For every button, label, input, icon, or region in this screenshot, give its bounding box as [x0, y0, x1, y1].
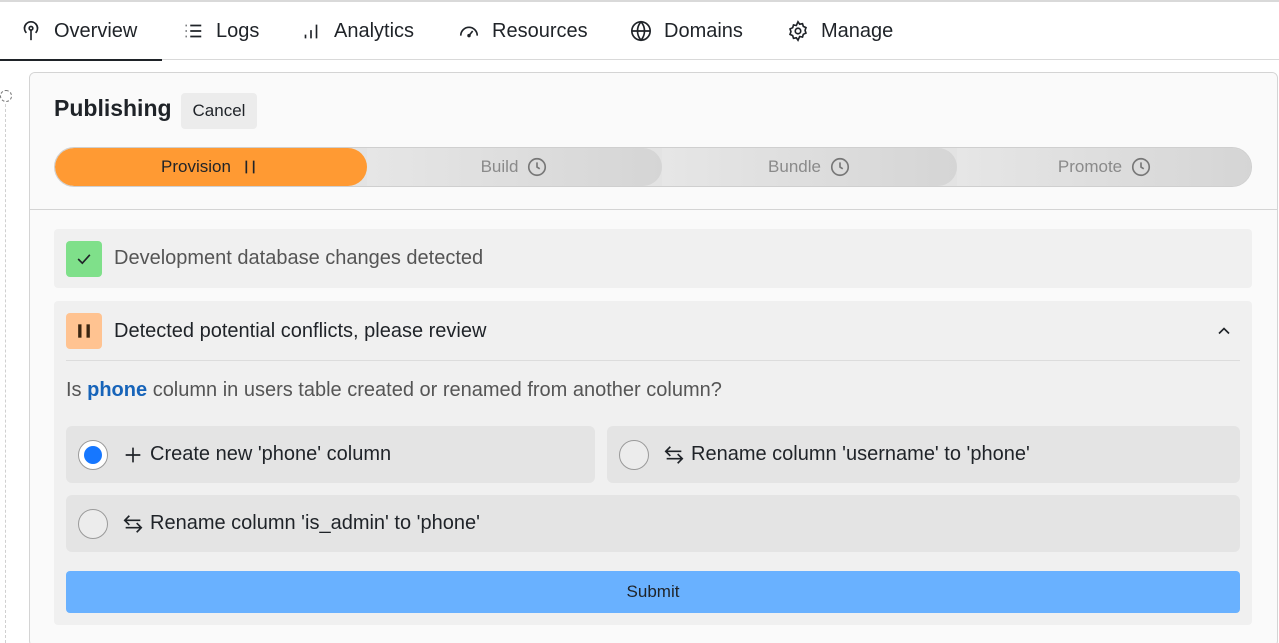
card-title: Publishing — [54, 95, 172, 121]
antenna-icon — [23, 21, 39, 41]
warning-badge — [66, 313, 102, 349]
clock-icon — [528, 157, 547, 177]
swap-icon — [664, 445, 684, 464]
divider — [66, 360, 1240, 361]
tab-manage-label: Manage — [821, 19, 894, 42]
conflict-panel: Detected potential conflicts, please rev… — [54, 301, 1252, 625]
tab-domains[interactable]: Domains — [630, 2, 743, 60]
clock-icon — [1132, 157, 1151, 177]
column-name-highlight: phone — [87, 379, 148, 401]
radio-button-selected[interactable] — [78, 439, 108, 470]
gear-icon — [789, 20, 807, 42]
submit-button[interactable]: Submit — [66, 571, 1240, 613]
top-nav: Overview Logs Analytics Resources Domain… — [0, 0, 1279, 61]
tab-logs-label: Logs — [216, 19, 260, 42]
cancel-button[interactable]: Cancel — [181, 93, 257, 129]
timeline-node — [0, 90, 12, 102]
question-suffix: column in users table created or renamed… — [152, 379, 722, 401]
tab-analytics-label: Analytics — [334, 19, 415, 42]
bar-chart-icon — [304, 24, 318, 39]
step-build: Build — [367, 148, 662, 186]
tab-domains-label: Domains — [664, 19, 743, 42]
check-icon — [77, 254, 91, 265]
publishing-card: Publishing Cancel Promote Bundle Build P… — [29, 72, 1278, 643]
globe-icon — [631, 20, 651, 42]
success-badge — [66, 241, 102, 277]
radio-button[interactable] — [619, 439, 649, 470]
question-prefix: Is — [66, 379, 82, 401]
tab-overview-label: Overview — [54, 19, 138, 42]
swap-icon — [123, 514, 143, 533]
option-rename-username[interactable]: Rename column 'username' to 'phone' — [607, 426, 1240, 483]
gauge-icon — [459, 26, 479, 38]
step-bundle: Bundle — [662, 148, 957, 186]
option-rename-is-admin-label: Rename column 'is_admin' to 'phone' — [150, 512, 480, 534]
tab-overview[interactable]: Overview — [0, 2, 162, 61]
detected-changes-text: Development database changes detected — [114, 247, 484, 269]
step-promote-label: Promote — [1057, 157, 1123, 176]
list-icon — [185, 24, 202, 38]
conflict-question: Is phone column in users table created o… — [66, 379, 722, 402]
plus-icon — [125, 447, 141, 462]
option-create-column[interactable]: Create new 'phone' column — [66, 426, 595, 483]
tab-analytics[interactable]: Analytics — [300, 2, 414, 60]
detected-changes-panel: Development database changes detected — [54, 229, 1252, 288]
pause-icon — [78, 324, 90, 338]
step-promote: Promote — [957, 148, 1251, 186]
option-create-label: Create new 'phone' column — [150, 443, 392, 465]
step-provision-label: Provision — [161, 157, 231, 176]
radio-button[interactable] — [78, 508, 108, 539]
radio-dot — [84, 445, 102, 464]
tab-resources[interactable]: Resources — [458, 2, 588, 60]
timeline-line — [5, 104, 6, 643]
step-provision: Provision — [55, 148, 367, 186]
conflict-title: Detected potential conflicts, please rev… — [114, 320, 487, 342]
tab-logs[interactable]: Logs — [182, 2, 259, 60]
pause-icon — [245, 160, 255, 174]
card-header: Publishing Cancel Promote Bundle Build P… — [30, 73, 1277, 210]
option-rename-username-label: Rename column 'username' to 'phone' — [691, 443, 1030, 465]
step-bundle-label: Bundle — [768, 157, 821, 176]
chevron-up-icon[interactable] — [1214, 321, 1234, 341]
tab-resources-label: Resources — [492, 19, 588, 42]
step-build-label: Build — [480, 157, 519, 176]
clock-icon — [830, 157, 850, 177]
publish-stepper: Promote Bundle Build Provision — [54, 147, 1252, 187]
tab-manage[interactable]: Manage — [787, 2, 893, 60]
option-rename-is-admin[interactable]: Rename column 'is_admin' to 'phone' — [66, 495, 1240, 552]
